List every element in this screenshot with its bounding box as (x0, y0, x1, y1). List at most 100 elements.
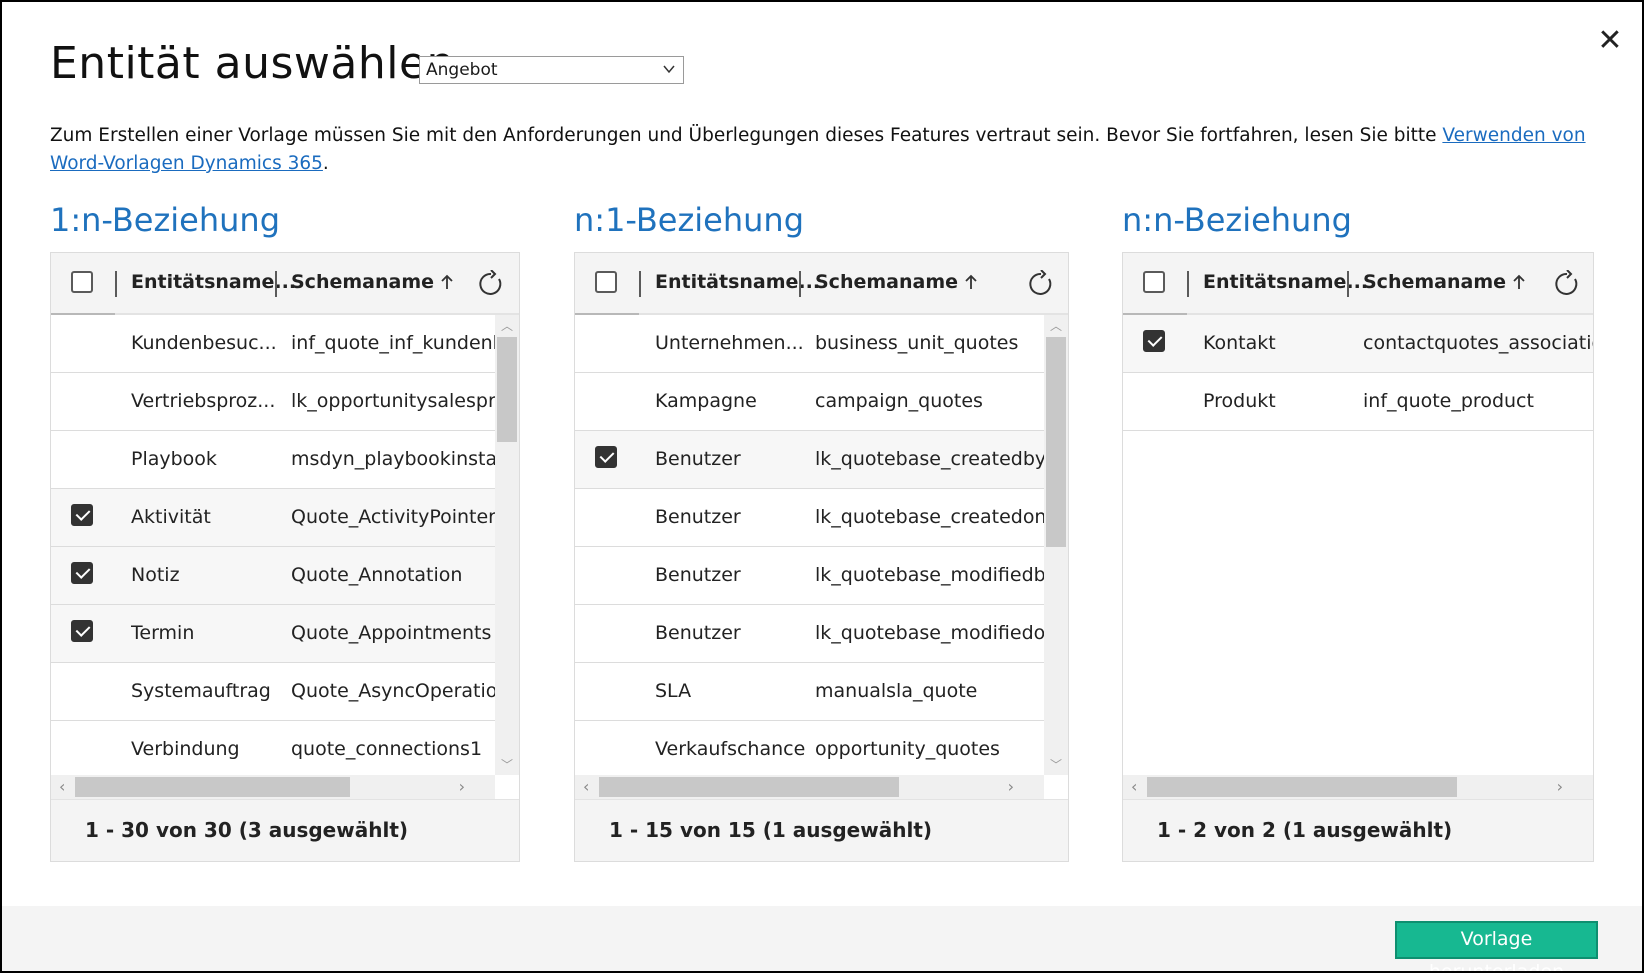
entity-dropdown[interactable]: Angebot (419, 56, 684, 84)
scroll-up-icon[interactable]: ︿ (501, 317, 513, 334)
column-divider[interactable] (1187, 271, 1189, 297)
close-icon[interactable]: ✕ (1595, 26, 1625, 56)
column-divider[interactable] (639, 271, 641, 297)
cell-schema-name: Quote_AsyncOperation (291, 680, 495, 702)
column-header-schema-label: Schemaname (1363, 271, 1507, 293)
scroll-right-icon[interactable]: › (1008, 777, 1014, 796)
table-row[interactable]: Notiz Quote_Annotation (51, 547, 495, 605)
intro-text-tail: . (322, 153, 329, 174)
horizontal-scrollbar[interactable]: ‹ › (51, 775, 495, 799)
cell-entity-name: Aktivität (131, 506, 211, 528)
cell-entity-name: Kontakt (1203, 332, 1276, 354)
scroll-left-icon[interactable]: ‹ (1131, 777, 1137, 796)
table-row[interactable]: SLA manualsla_quote (575, 663, 1044, 721)
cell-entity-name: Notiz (131, 564, 180, 586)
row-checkbox[interactable] (71, 504, 93, 526)
row-checkbox[interactable] (71, 562, 93, 584)
column-divider[interactable] (1347, 271, 1349, 297)
column-header-schema[interactable]: Schemaname (1363, 271, 1526, 293)
column-header-entity[interactable]: Entitätsname... (655, 271, 820, 293)
column-header-schema-label: Schemaname (815, 271, 959, 293)
relationship-grid: Entitätsname... Schemaname Kundenbesuc... i… (50, 252, 520, 862)
table-row[interactable]: Systemauftrag Quote_AsyncOperation (51, 663, 495, 721)
horizontal-scrollbar[interactable]: ‹ › (575, 775, 1044, 799)
relationship-grid: Entitätsname... Schemaname Kontakt contactq… (1122, 252, 1594, 862)
row-checkbox[interactable] (71, 620, 93, 642)
column-header-schema[interactable]: Schemaname (291, 271, 454, 293)
horizontal-scrollbar[interactable]: ‹ › (1123, 775, 1593, 799)
cell-schema-name: quote_connections1 (291, 738, 483, 760)
vertical-scrollbar[interactable]: ︿ ﹀ (1044, 315, 1068, 775)
cell-entity-name: Systemauftrag (131, 680, 271, 702)
vertical-scrollbar[interactable]: ︿ ﹀ (495, 315, 519, 775)
column-header-entity[interactable]: Entitätsname... (1203, 271, 1368, 293)
cell-schema-name: inf_quote_inf_kundenb (291, 332, 495, 354)
table-row[interactable]: Verbindung quote_connections1 (51, 721, 495, 775)
cell-entity-name: Benutzer (655, 564, 741, 586)
cell-entity-name: Playbook (131, 448, 217, 470)
table-row[interactable]: Verkaufschance opportunity_quotes (575, 721, 1044, 775)
horizontal-scroll-thumb[interactable] (1147, 777, 1457, 797)
refresh-icon[interactable] (477, 269, 505, 298)
table-row[interactable]: Vertriebsproz... lk_opportunitysalespro (51, 373, 495, 431)
cell-entity-name: Vertriebsproz... (131, 390, 276, 412)
grid-footer-count: 1 - 30 von 30 (3 ausgewählt) (51, 799, 519, 861)
row-checkbox[interactable] (595, 446, 617, 468)
scroll-down-icon[interactable]: ﹀ (501, 756, 513, 773)
grid-rows: Kundenbesuc... inf_quote_inf_kundenb Vertr… (51, 315, 495, 775)
scroll-right-icon[interactable]: › (1557, 777, 1563, 796)
table-row[interactable]: Benutzer lk_quotebase_modifiedby (575, 547, 1044, 605)
scroll-down-icon[interactable]: ﹀ (1050, 756, 1062, 773)
refresh-icon[interactable] (1027, 269, 1055, 298)
table-row[interactable]: Benutzer lk_quotebase_modifiedor (575, 605, 1044, 663)
table-row[interactable]: Unternehmen... business_unit_quotes (575, 315, 1044, 373)
cell-entity-name: Verbindung (131, 738, 240, 760)
vertical-scroll-thumb[interactable] (497, 337, 517, 442)
table-row[interactable]: Benutzer lk_quotebase_createdby (575, 431, 1044, 489)
cell-schema-name: Quote_Appointments (291, 622, 492, 644)
scroll-left-icon[interactable]: ‹ (59, 777, 65, 796)
select-all-checkbox[interactable] (595, 271, 617, 293)
select-all-checkbox[interactable] (1143, 271, 1165, 293)
cell-schema-name: lk_quotebase_modifiedby (815, 564, 1044, 586)
column-header-entity[interactable]: Entitätsname... (131, 271, 296, 293)
table-row[interactable]: Termin Quote_Appointments (51, 605, 495, 663)
entity-select-dialog: ✕ Entität auswählen Angebot Zum Erstelle… (0, 0, 1644, 973)
column-divider[interactable] (275, 271, 277, 297)
table-row[interactable]: Kampagne campaign_quotes (575, 373, 1044, 431)
cell-entity-name: Unternehmen... (655, 332, 804, 354)
cell-entity-name: Verkaufschance (655, 738, 805, 760)
table-row[interactable]: Playbook msdyn_playbookinstan (51, 431, 495, 489)
horizontal-scroll-thumb[interactable] (75, 777, 350, 797)
table-row[interactable]: Kontakt contactquotes_association (1123, 315, 1593, 373)
table-row[interactable]: Produkt inf_quote_product (1123, 373, 1593, 431)
scroll-left-icon[interactable]: ‹ (583, 777, 589, 796)
sort-ascending-icon (1506, 271, 1526, 293)
scroll-up-icon[interactable]: ︿ (1050, 317, 1062, 334)
grid-header: Entitätsname... Schemaname (51, 253, 519, 315)
row-checkbox[interactable] (1143, 330, 1165, 352)
download-template-button[interactable]: Vorlage herunterladen (1395, 921, 1598, 971)
vertical-scroll-thumb[interactable] (1046, 337, 1066, 547)
table-row[interactable]: Benutzer lk_quotebase_createdonb (575, 489, 1044, 547)
cell-entity-name: Benutzer (655, 448, 741, 470)
table-row[interactable]: Kundenbesuc... inf_quote_inf_kundenb (51, 315, 495, 373)
cell-schema-name: lk_opportunitysalespro (291, 390, 495, 412)
cell-schema-name: lk_quotebase_createdby (815, 448, 1044, 470)
cell-schema-name: msdyn_playbookinstan (291, 448, 495, 470)
cell-schema-name: Quote_ActivityPointers (291, 506, 495, 528)
column-divider[interactable] (115, 271, 117, 297)
horizontal-scroll-thumb[interactable] (599, 777, 899, 797)
table-row[interactable]: Aktivität Quote_ActivityPointers (51, 489, 495, 547)
sort-ascending-icon (434, 271, 454, 293)
cell-entity-name: Produkt (1203, 390, 1276, 412)
column-header-schema[interactable]: Schemaname (815, 271, 978, 293)
scroll-right-icon[interactable]: › (459, 777, 465, 796)
intro-text-body: Zum Erstellen einer Vorlage müssen Sie m… (50, 125, 1443, 146)
dialog-title: Entität auswählen (50, 38, 455, 89)
refresh-icon[interactable] (1553, 269, 1581, 298)
column-divider[interactable] (799, 271, 801, 297)
select-all-checkbox[interactable] (71, 271, 93, 293)
grid-header: Entitätsname... Schemaname (1123, 253, 1593, 315)
panel-title: n:n-Beziehung (1122, 201, 1352, 239)
